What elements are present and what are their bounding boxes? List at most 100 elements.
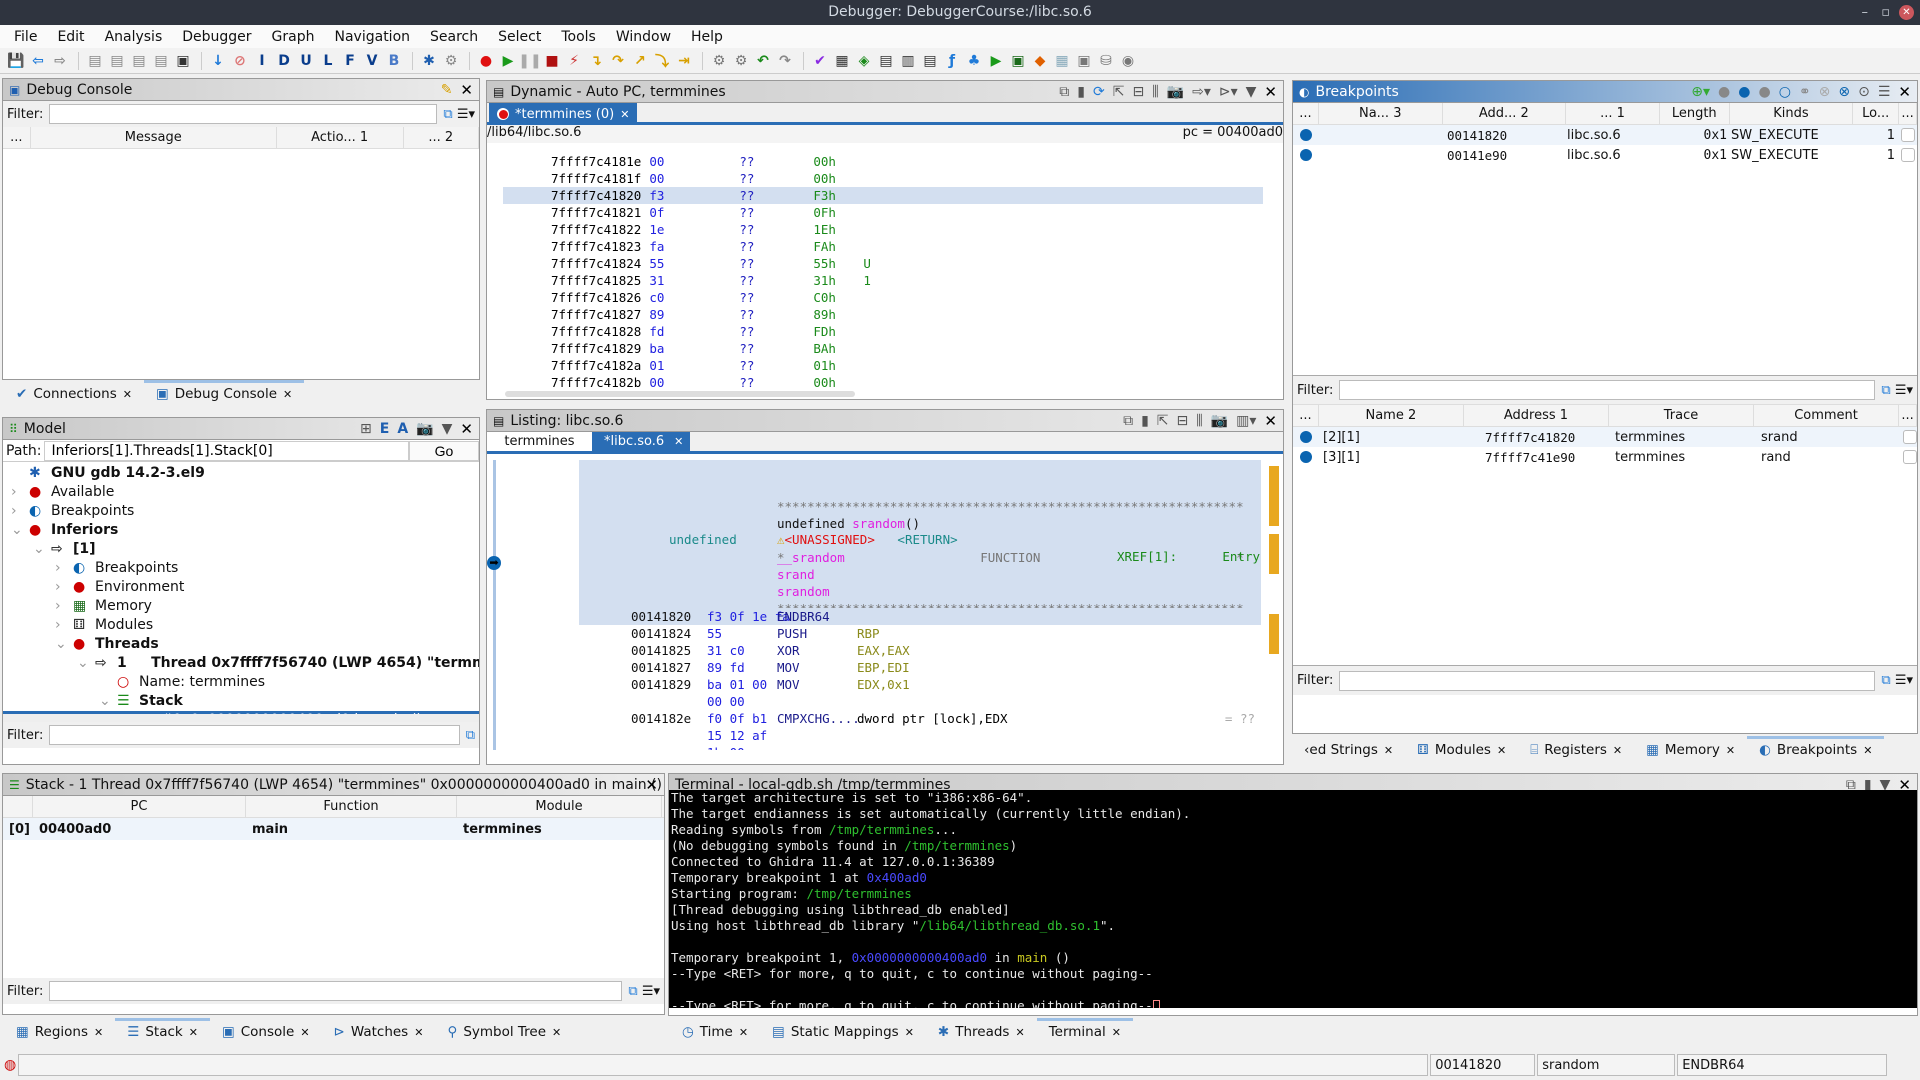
- column-header[interactable]: Address 1: [1464, 405, 1609, 426]
- instruction-row[interactable]: 00141829 ba 01 00 MOV EDX,0x1: [579, 676, 1261, 693]
- byte-row[interactable]: 7ffff7c41823 fa?? FAh: [503, 238, 1263, 255]
- data-icon[interactable]: D: [274, 51, 294, 71]
- copy-icon[interactable]: ⧉: [1123, 413, 1133, 429]
- forward-icon[interactable]: ⇨: [50, 51, 70, 71]
- debug-console-filter-input[interactable]: [49, 104, 438, 124]
- close-tab-icon[interactable]: ✕: [1497, 744, 1506, 757]
- byte-row[interactable]: 7ffff7c41828 fd?? FDh: [503, 323, 1263, 340]
- close-tab-icon[interactable]: ✕: [674, 435, 683, 448]
- menu-select[interactable]: Select: [488, 29, 551, 45]
- column-header[interactable]: Length: [1660, 103, 1730, 124]
- back-icon[interactable]: ⇦: [28, 51, 48, 71]
- menu-file[interactable]: File: [4, 29, 47, 45]
- menu-window[interactable]: Window: [606, 29, 681, 45]
- menu-help[interactable]: Help: [681, 29, 733, 45]
- go-button[interactable]: Go: [409, 440, 479, 461]
- menu-dropdown-icon[interactable]: ▼: [1246, 84, 1257, 100]
- tab-connections[interactable]: ✔ Connections ✕: [4, 382, 144, 406]
- column-header[interactable]: Module: [457, 796, 662, 817]
- expand-chevron-icon[interactable]: ›: [55, 559, 73, 578]
- stop-icon[interactable]: ■: [542, 51, 562, 71]
- function-icon[interactable]: F: [340, 51, 360, 71]
- step-out-icon[interactable]: ↗: [630, 51, 650, 71]
- instruction-icon[interactable]: I: [252, 51, 272, 71]
- label-icon[interactable]: L: [318, 51, 338, 71]
- down-arrow-icon[interactable]: ↓: [208, 51, 228, 71]
- tree-node[interactable]: ⌄ ☰ Stack: [3, 692, 479, 711]
- location-row[interactable]: [3][1] 7ffff7c41e90 termmines rand: [1293, 447, 1917, 467]
- terminal-icon[interactable]: ▣: [1008, 51, 1028, 71]
- column-header[interactable]: Trace: [1609, 405, 1755, 426]
- filter-settings-icon[interactable]: ☰▾: [1895, 673, 1913, 688]
- tree-node[interactable]: › ◐ Breakpoints: [3, 559, 479, 578]
- make-effective-icon[interactable]: ⚭: [1799, 84, 1811, 100]
- settings-icon[interactable]: ☰: [1878, 84, 1891, 100]
- close-tab-icon[interactable]: ✕: [905, 1026, 914, 1039]
- byte-row[interactable]: 7ffff7c4181f 00?? 00h: [503, 170, 1263, 187]
- value-icon[interactable]: V: [362, 51, 382, 71]
- tree-node[interactable]: ⌄ ⇨ 1 Thread 0x7ffff7f56740 (LWP 4654) "te…: [3, 654, 479, 673]
- menu-tools[interactable]: Tools: [551, 29, 606, 45]
- tab-static-mappings[interactable]: ▤ Static Mappings ✕: [760, 1020, 926, 1044]
- instruction-row[interactable]: 00141825 31 c0 XOR EAX,EAX: [579, 642, 1261, 659]
- menu-edit[interactable]: Edit: [47, 29, 94, 45]
- tab-stack[interactable]: ☰ Stack ✕: [115, 1018, 210, 1044]
- format-icon[interactable]: ▥▾: [1236, 413, 1256, 429]
- tree-node[interactable]: ✱ GNU gdb 14.2-3.el9: [3, 464, 479, 483]
- close-tab-icon[interactable]: ✕: [1015, 1026, 1024, 1039]
- tab-libc[interactable]: *libc.so.6 ✕: [592, 432, 690, 451]
- tree-node[interactable]: ⌄ ⇨ [1]: [3, 540, 479, 559]
- tree-icon[interactable]: ♣: [964, 51, 984, 71]
- byte-row[interactable]: 7ffff7c41825 31?? 31h 1: [503, 272, 1263, 289]
- graph-icon[interactable]: ◈: [854, 51, 874, 71]
- close-tab-icon[interactable]: ✕: [1863, 744, 1872, 757]
- disconnect-icon[interactable]: ⚡: [564, 51, 584, 71]
- autoread-icon[interactable]: ⊳▾: [1219, 84, 1238, 100]
- help-icon[interactable]: ◉: [1118, 51, 1138, 71]
- attributes-icon[interactable]: A: [397, 421, 408, 437]
- filter-options-icon[interactable]: ⧉: [1881, 383, 1890, 398]
- paste-icon[interactable]: ▮: [1077, 84, 1085, 100]
- diff-icon[interactable]: ⫼: [1196, 413, 1202, 429]
- breakpoint-enabled-icon[interactable]: [1300, 129, 1312, 141]
- collapse-chevron-icon[interactable]: ⌄: [11, 521, 29, 540]
- close-tab-icon[interactable]: ✕: [552, 1026, 561, 1039]
- cursor-tracking-icon[interactable]: ⇱: [1157, 413, 1169, 429]
- refresh-icon[interactable]: ⟳: [1093, 84, 1105, 100]
- filter-options-icon[interactable]: ⧉: [628, 984, 637, 999]
- function-label[interactable]: srand: [777, 566, 845, 583]
- location-checkbox[interactable]: [1903, 450, 1917, 464]
- goto-icon[interactable]: ⇨▾: [1192, 84, 1211, 100]
- menu-navigation[interactable]: Navigation: [325, 29, 421, 45]
- function-name[interactable]: srandom: [852, 516, 905, 531]
- close-window-button[interactable]: ✕: [1899, 5, 1914, 20]
- instruction-row[interactable]: 00141820 f3 0f 1e fa ENDBR64: [579, 608, 1261, 625]
- tab-terminal[interactable]: Terminal ✕: [1036, 1018, 1134, 1044]
- prev-icon[interactable]: ▤: [85, 51, 105, 71]
- location-checkbox[interactable]: [1903, 430, 1917, 444]
- close-tab-icon[interactable]: ✕: [1384, 744, 1393, 757]
- snapshot-icon[interactable]: ▣: [173, 51, 193, 71]
- horizontal-scrollbar[interactable]: [505, 391, 855, 397]
- column-header[interactable]: Kinds: [1730, 103, 1854, 124]
- filter-icon[interactable]: ⊙: [1858, 84, 1870, 100]
- instruction-row[interactable]: 1b 00: [579, 744, 1261, 750]
- skip-icon[interactable]: ⇥: [674, 51, 694, 71]
- filter-options-icon[interactable]: ⧉: [443, 107, 452, 122]
- byte-row[interactable]: 7ffff7c4182a 01?? 01h: [503, 357, 1263, 374]
- tab-modules[interactable]: ⚅ Modules ✕: [1405, 738, 1518, 762]
- tree-node[interactable]: › ▦ Memory: [3, 597, 479, 616]
- clear-all-icon[interactable]: ⊗: [1838, 84, 1850, 100]
- snapshot-icon[interactable]: 📷: [1211, 413, 1228, 429]
- byte-row[interactable]: 7ffff7c41820 f3?? F3h: [503, 187, 1263, 204]
- breakpoint-enabled-icon[interactable]: [1300, 149, 1312, 161]
- menu-search[interactable]: Search: [420, 29, 488, 45]
- byte-row[interactable]: 7ffff7c41822 1e?? 1Eh: [503, 221, 1263, 238]
- byte-row[interactable]: 7ffff7c41821 0f?? 0Fh: [503, 204, 1263, 221]
- breakpoint-row[interactable]: 00141e90 libc.so.6 0x1 SW_EXECUTE 1: [1293, 145, 1917, 165]
- breakpoint-checkbox[interactable]: [1901, 148, 1915, 162]
- table-icon[interactable]: ▦: [1052, 51, 1072, 71]
- xref-target[interactable]: Entry Po: [1222, 549, 1261, 564]
- tree-node[interactable]: › ◐ Breakpoints: [3, 502, 479, 521]
- tab-debug-console[interactable]: ▣ Debug Console ✕: [143, 380, 305, 406]
